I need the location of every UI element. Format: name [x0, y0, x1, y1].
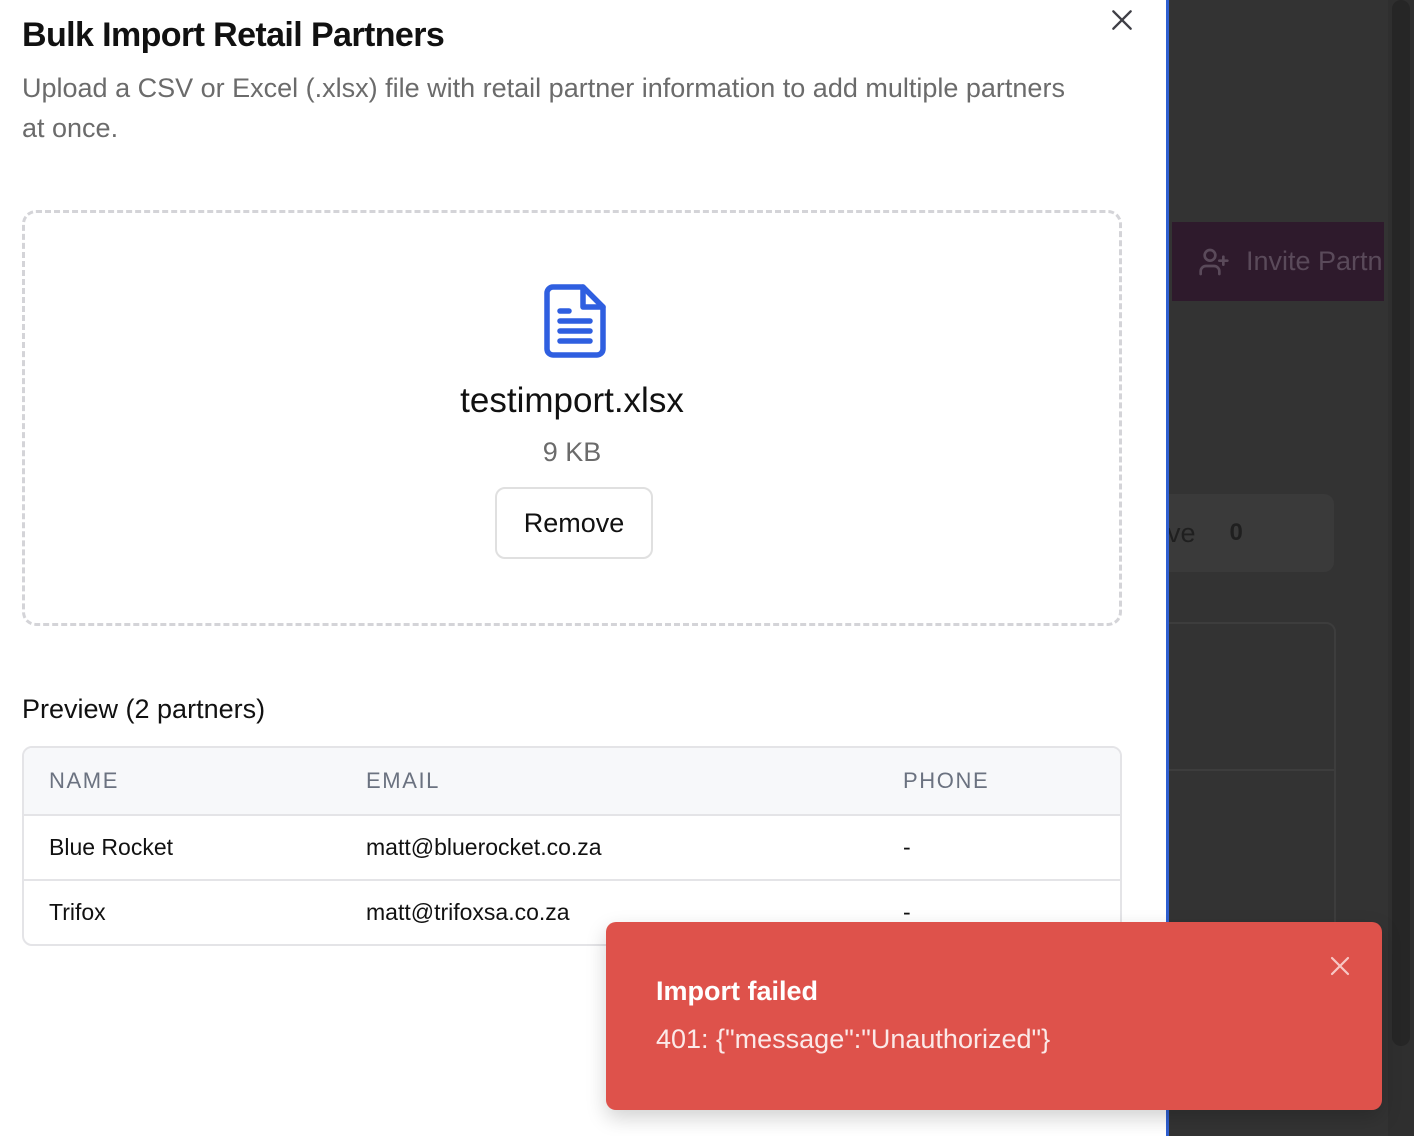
toast-title: Import failed [656, 976, 819, 1006]
dismiss-toast-button[interactable] [1324, 950, 1356, 982]
table-row: Blue Rocket matt@bluerocket.co.za - [24, 814, 1120, 879]
preview-title: Preview (2 partners) [22, 694, 266, 724]
file-size: 9 KB [542, 437, 602, 467]
page-scrollbar-thumb [1392, 0, 1410, 1046]
close-icon [1112, 10, 1132, 30]
preview-table: NAME EMAIL PHONE Blue Rocket matt@bluero… [22, 746, 1122, 946]
cell-name: Blue Rocket [49, 834, 174, 860]
file-text-icon [544, 284, 606, 358]
column-header-email: EMAIL [366, 768, 441, 793]
dialog-description: Upload a CSV or Excel (.xlsx) file with … [22, 73, 1065, 143]
toast-message: 401: {"message":"Unauthorized"} [656, 1024, 1051, 1054]
remove-file-button[interactable]: Remove [495, 487, 653, 559]
error-toast: Import failed 401: {"message":"Unauthori… [606, 922, 1382, 1110]
close-sheet-button[interactable] [1106, 4, 1138, 36]
cell-name: Trifox [49, 899, 106, 925]
dialog-title: Bulk Import Retail Partners [22, 16, 445, 54]
cell-phone: - [903, 834, 911, 860]
cell-email: matt@bluerocket.co.za [366, 834, 602, 860]
cell-email: matt@trifoxsa.co.za [366, 899, 570, 925]
column-header-phone: PHONE [903, 768, 990, 793]
user-plus-icon [1199, 248, 1229, 275]
file-dropzone[interactable]: testimport.xlsx 9 KB Remove [22, 210, 1122, 626]
table-header-row: NAME EMAIL PHONE [24, 748, 1120, 814]
file-name: testimport.xlsx [460, 381, 684, 420]
column-header-name: NAME [49, 768, 119, 793]
status-filter-count: 0 [1229, 519, 1243, 546]
close-icon [1330, 956, 1350, 976]
invite-partner-button: Invite Partn [1172, 222, 1384, 301]
invite-partner-label: Invite Partn [1246, 246, 1383, 276]
